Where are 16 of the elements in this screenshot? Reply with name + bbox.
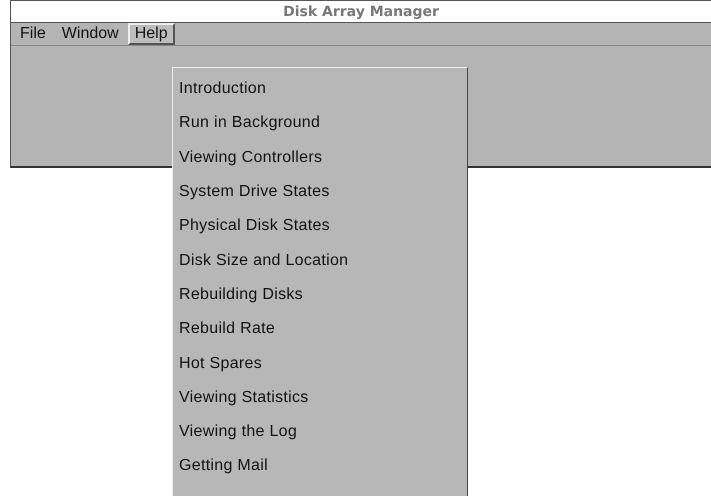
menu-option[interactable]: Getting Mail xyxy=(173,449,467,484)
menu-option[interactable]: Run in Background xyxy=(173,106,467,141)
menu-option[interactable]: System Drive States xyxy=(173,174,467,210)
menu-item[interactable]: File xyxy=(13,23,53,45)
menu-option[interactable]: Introduction xyxy=(173,72,467,106)
menu-option[interactable]: Viewing the Log xyxy=(173,414,467,450)
menu-option[interactable]: Rebuild Rate xyxy=(173,312,467,346)
menu-item[interactable]: Window xyxy=(54,23,126,45)
menu-option[interactable]: Disk Size and Location xyxy=(173,243,467,278)
menu-option[interactable]: Hot Spares xyxy=(173,346,467,381)
menu-option[interactable]: Viewing Statistics xyxy=(173,380,467,415)
menu-item[interactable]: Help xyxy=(128,23,175,45)
window-title: Disk Array Manager xyxy=(283,4,439,20)
menu-option[interactable]: Rebuilding Disks xyxy=(173,278,467,312)
menu-option[interactable]: Physical Disk States xyxy=(173,209,467,244)
menu-option[interactable]: Viewing Controllers xyxy=(173,140,467,175)
